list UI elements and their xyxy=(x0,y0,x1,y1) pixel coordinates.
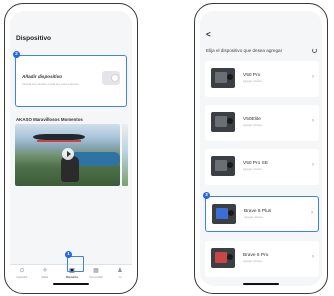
grid-icon: ▦ xyxy=(93,268,99,274)
chevron-right-icon: › xyxy=(312,254,314,260)
person-icon: ♟ xyxy=(117,268,123,274)
step-badge-2: 2 xyxy=(13,51,20,58)
camera-thumbnail xyxy=(211,248,235,268)
tab-yo[interactable]: ♟ Yo xyxy=(110,268,130,279)
plus-icon: ✛ xyxy=(42,268,48,274)
compass-icon: ⊙ xyxy=(19,268,25,274)
play-icon[interactable] xyxy=(62,148,74,160)
instruction-canvas: Dispositivo Añadir dispositivo Vincula u… xyxy=(0,0,334,296)
tab-editar[interactable]: ✛ Editar xyxy=(35,268,55,279)
chevron-right-icon: › xyxy=(312,118,314,124)
refresh-icon xyxy=(312,48,317,53)
camera-thumbnail xyxy=(211,156,235,176)
camera-thumbnail xyxy=(211,68,235,88)
camera-icon xyxy=(102,71,120,85)
tab-descubrir[interactable]: ⊙ Descubrir xyxy=(12,268,32,279)
back-icon[interactable]: < xyxy=(206,30,211,39)
device-item-v50-pro[interactable]: V50 Pro Agregar cámara › xyxy=(205,61,319,97)
device-item-brave-6-plus[interactable]: Brave 6 Plus Agregar cámara › xyxy=(205,196,319,232)
device-item-brave-6-pro[interactable]: Brave 6 Pro Agregar cámara › xyxy=(205,241,319,277)
section-title: AKASO Maravillosos Momentos xyxy=(16,117,83,122)
chevron-right-icon: › xyxy=(311,210,313,216)
add-device-card[interactable]: Añadir dispositivo Vincula una cámara a … xyxy=(15,55,127,107)
device-home-screen: Dispositivo Añadir dispositivo Vincula u… xyxy=(10,11,132,286)
page-title: Dispositivo xyxy=(16,35,52,42)
tab-comunidad[interactable]: ▦ Comunidad xyxy=(86,268,106,279)
home-indicator xyxy=(53,282,89,285)
device-picker-screen: < Elija el dispositivo que desea agregar… xyxy=(200,11,322,286)
add-device-subtitle: Vincula una cámara a esta app para empez… xyxy=(22,82,79,86)
phone-device-picker: < Elija el dispositivo que desea agregar… xyxy=(194,3,328,294)
step-badge-3: 3 xyxy=(203,192,210,199)
device-tab-highlight xyxy=(67,256,84,272)
add-device-title: Añadir dispositivo xyxy=(22,74,63,79)
featured-video-thumbnail[interactable] xyxy=(15,124,120,186)
step-badge-1: 1 xyxy=(65,251,72,258)
device-item-v50-pro-se[interactable]: V50 Pro SE Agregar cámara › xyxy=(205,149,319,185)
picker-title: Elija el dispositivo que desea agregar xyxy=(206,48,283,53)
home-indicator xyxy=(243,282,279,285)
chevron-right-icon: › xyxy=(312,74,314,80)
chevron-right-icon: › xyxy=(312,162,314,168)
camera-thumbnail xyxy=(211,112,235,132)
camera-thumbnail xyxy=(212,204,236,224)
device-item-v50elite[interactable]: V50Elite Agregar cámara › xyxy=(205,105,319,141)
next-video-thumbnail[interactable] xyxy=(122,124,128,186)
phone-device-list-home: Dispositivo Añadir dispositivo Vincula u… xyxy=(4,3,138,294)
